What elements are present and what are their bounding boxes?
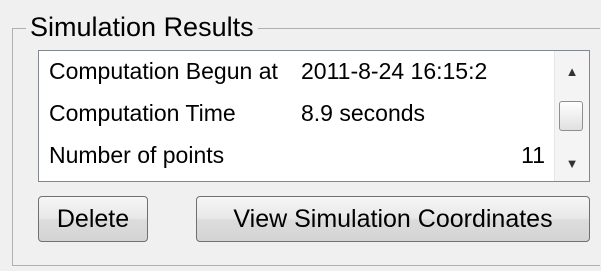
list-item[interactable]: Computation Begun at 2011-8-24 16:15:2	[39, 51, 559, 91]
view-simulation-coordinates-button[interactable]: View Simulation Coordinates	[196, 196, 590, 242]
scroll-down-arrow-icon[interactable]: ▼	[555, 149, 589, 177]
delete-button[interactable]: Delete	[38, 196, 148, 242]
result-value: 2011-8-24 16:15:2	[301, 58, 488, 84]
group-title: Simulation Results	[26, 10, 258, 44]
vertical-scrollbar[interactable]: ▲ ▼	[554, 51, 589, 181]
scroll-up-arrow-icon[interactable]: ▲	[555, 57, 589, 85]
list-item[interactable]: Number of points 11	[39, 135, 559, 175]
result-value: 11	[521, 142, 545, 168]
list-item[interactable]: Computation Time 8.9 seconds	[39, 93, 559, 133]
result-label: Computation Time	[49, 100, 236, 126]
result-value: 8.9 seconds	[301, 100, 426, 126]
results-list[interactable]: Computation Begun at 2011-8-24 16:15:2 C…	[38, 50, 590, 182]
result-label: Computation Begun at	[49, 58, 278, 84]
result-label: Number of points	[49, 142, 225, 168]
scrollbar-thumb[interactable]	[559, 101, 583, 131]
